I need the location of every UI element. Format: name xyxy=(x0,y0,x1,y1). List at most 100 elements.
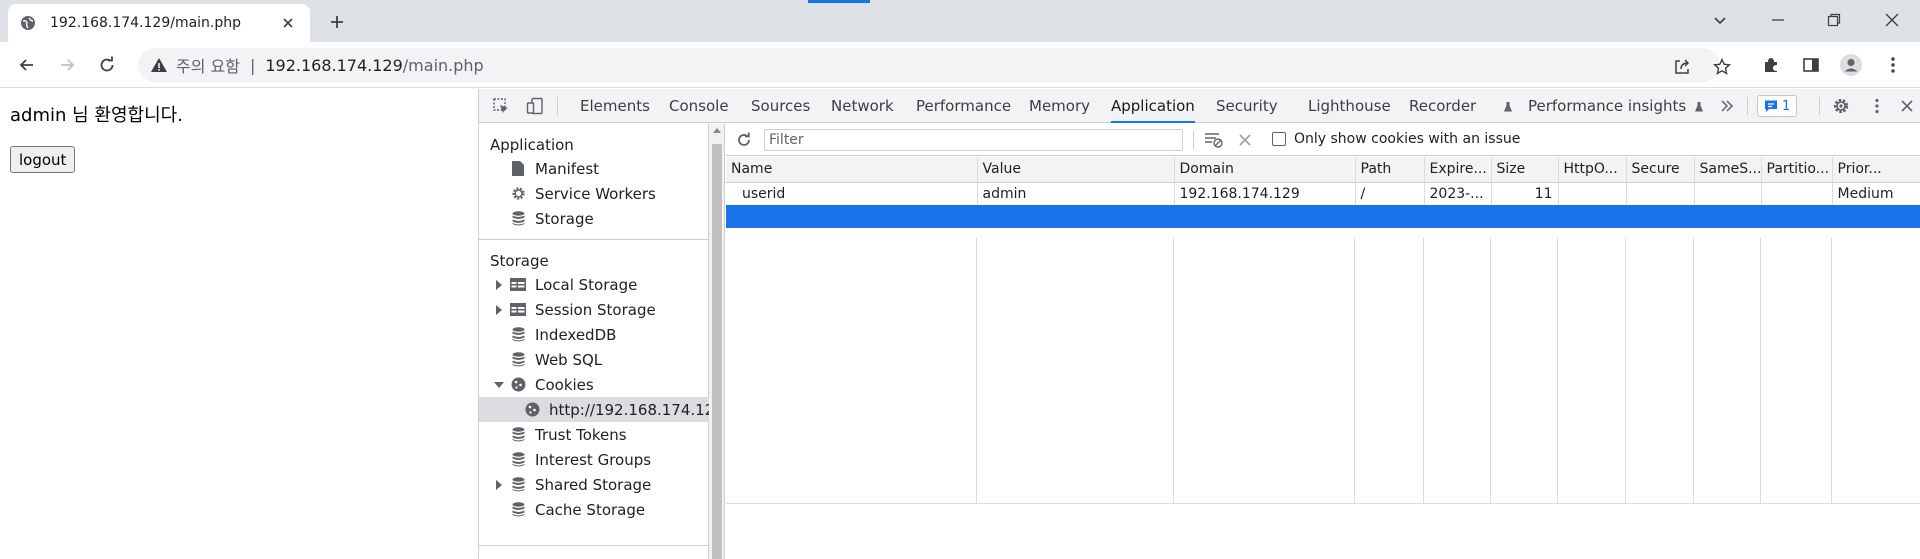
minimize-button[interactable] xyxy=(1766,8,1790,32)
cell-samesite[interactable] xyxy=(1694,182,1762,205)
sidebar-item-interest-groups[interactable]: Interest Groups xyxy=(479,447,709,472)
table-row-new-selected[interactable] xyxy=(726,205,1920,228)
profile-avatar-icon[interactable] xyxy=(1838,52,1864,78)
delete-selected-icon[interactable] xyxy=(1233,129,1257,151)
column-header-domain[interactable]: Domain xyxy=(1174,157,1356,183)
cell-domain[interactable]: 192.168.174.129 xyxy=(1174,182,1356,205)
tab-sources[interactable]: Sources xyxy=(751,89,810,123)
tab-performance[interactable]: Performance xyxy=(916,89,1011,123)
back-button[interactable] xyxy=(14,52,40,78)
column-header-samesite[interactable]: SameS... xyxy=(1694,157,1762,183)
sidebar-scrollbar[interactable] xyxy=(709,124,725,559)
bookmark-star-icon[interactable] xyxy=(1708,53,1736,81)
empty-cell[interactable] xyxy=(1491,205,1559,228)
reload-button[interactable] xyxy=(94,52,120,78)
cell-partition[interactable] xyxy=(1761,182,1833,205)
tab-lighthouse[interactable]: Lighthouse xyxy=(1308,89,1391,123)
cell-path[interactable]: / xyxy=(1355,182,1425,205)
cell-value[interactable]: admin xyxy=(977,182,1175,205)
settings-gear-icon[interactable] xyxy=(1829,94,1853,118)
new-tab-button[interactable] xyxy=(326,11,348,33)
empty-cell[interactable] xyxy=(1558,205,1627,228)
cell-name[interactable]: userid xyxy=(726,182,978,205)
cell-httponly[interactable] xyxy=(1558,182,1627,205)
tab-elements[interactable]: Elements xyxy=(580,89,650,123)
column-header-partition[interactable]: Partitio... xyxy=(1761,157,1833,183)
url-text[interactable]: 192.168.174.129/main.php xyxy=(265,56,483,75)
empty-cell[interactable] xyxy=(977,205,1175,228)
tab-application[interactable]: Application xyxy=(1111,89,1195,123)
sidebar-item-indexeddb[interactable]: IndexedDB xyxy=(479,322,709,347)
sidebar-item-web-sql[interactable]: Web SQL xyxy=(479,347,709,372)
close-window-button[interactable] xyxy=(1880,8,1904,32)
warning-icon[interactable] xyxy=(150,56,168,74)
sidebar-item-cache-storage[interactable]: Cache Storage xyxy=(479,497,709,522)
collapse-arrow-icon[interactable] xyxy=(494,380,504,390)
tab-console[interactable]: Console xyxy=(669,89,729,123)
scrollbar-thumb[interactable] xyxy=(712,144,722,559)
expand-arrow-icon[interactable] xyxy=(494,479,504,490)
sidebar-item-shared-storage[interactable]: Shared Storage xyxy=(479,472,709,497)
sidebar-item-service-workers[interactable]: Service Workers xyxy=(479,181,709,206)
logout-button[interactable]: logout xyxy=(10,146,76,173)
close-devtools-icon[interactable] xyxy=(1895,94,1919,118)
column-header-name[interactable]: Name xyxy=(726,157,978,183)
customize-menu-icon[interactable] xyxy=(1865,94,1889,118)
empty-cell[interactable] xyxy=(1174,205,1356,228)
sidebar-item-cookie-origin[interactable]: http://192.168.174.129 xyxy=(479,397,724,422)
share-icon[interactable] xyxy=(1668,53,1696,81)
column-header-value[interactable]: Value xyxy=(977,157,1175,183)
table-empty-area[interactable] xyxy=(726,238,1920,503)
clear-filtered-cookies-icon[interactable] xyxy=(1202,129,1226,151)
column-header-path[interactable]: Path xyxy=(1355,157,1425,183)
empty-cell[interactable] xyxy=(726,205,978,228)
sidebar-item-cookies[interactable]: Cookies xyxy=(479,372,709,397)
empty-cell[interactable] xyxy=(1355,205,1425,228)
table-row[interactable]: userid admin 192.168.174.129 / 2023-... … xyxy=(726,182,1920,205)
column-header-size[interactable]: Size xyxy=(1491,157,1559,183)
tab-memory[interactable]: Memory xyxy=(1029,89,1090,123)
sidebar-item-trust-tokens[interactable]: Trust Tokens xyxy=(479,422,709,447)
scroll-up-arrow-icon[interactable] xyxy=(713,128,721,133)
column-header-priority[interactable]: Prior... xyxy=(1832,157,1920,183)
more-tabs-icon[interactable] xyxy=(1715,94,1739,118)
inspect-element-icon[interactable] xyxy=(489,94,513,118)
device-toolbar-icon[interactable] xyxy=(523,94,547,118)
sidebar-item-storage[interactable]: Storage xyxy=(479,206,709,231)
sidebar-item-manifest[interactable]: Manifest xyxy=(479,156,709,181)
tab-performance-insights[interactable]: Performance insights xyxy=(1528,89,1686,123)
browser-tab[interactable]: 192.168.174.129/main.php xyxy=(8,4,310,42)
empty-cell[interactable] xyxy=(1694,205,1762,228)
cell-secure[interactable] xyxy=(1626,182,1695,205)
cell-expires[interactable]: 2023-... xyxy=(1424,182,1492,205)
cell-priority[interactable]: Medium xyxy=(1832,182,1920,205)
restore-button[interactable] xyxy=(1822,8,1846,32)
empty-cell[interactable] xyxy=(1424,205,1492,228)
close-tab-icon[interactable] xyxy=(278,13,298,33)
expand-arrow-icon[interactable] xyxy=(494,279,504,290)
address-bar[interactable]: 주의 요함 | 192.168.174.129/main.php xyxy=(138,48,1720,82)
tab-network[interactable]: Network xyxy=(831,89,894,123)
column-header-secure[interactable]: Secure xyxy=(1626,157,1695,183)
tab-security[interactable]: Security xyxy=(1216,89,1278,123)
tab-search-icon[interactable] xyxy=(1708,8,1732,32)
empty-cell[interactable] xyxy=(1761,205,1833,228)
sidebar-item-local-storage[interactable]: Local Storage xyxy=(479,272,709,297)
issues-badge[interactable]: 1 xyxy=(1757,95,1798,117)
expand-arrow-icon[interactable] xyxy=(494,304,504,315)
cell-size[interactable]: 11 xyxy=(1491,182,1559,205)
side-panel-icon[interactable] xyxy=(1798,52,1824,78)
column-header-expires[interactable]: Expire... xyxy=(1424,157,1492,183)
tab-recorder[interactable]: Recorder xyxy=(1409,89,1476,123)
empty-cell[interactable] xyxy=(1626,205,1695,228)
forward-button[interactable] xyxy=(54,52,80,78)
sidebar-item-session-storage[interactable]: Session Storage xyxy=(479,297,709,322)
refresh-icon[interactable] xyxy=(732,129,756,151)
empty-cell[interactable] xyxy=(1832,205,1920,228)
column-header-httponly[interactable]: HttpO... xyxy=(1558,157,1627,183)
extensions-icon[interactable] xyxy=(1758,52,1784,78)
only-issues-checkbox[interactable] xyxy=(1272,132,1286,146)
chrome-menu-icon[interactable] xyxy=(1880,52,1906,78)
cookie-filter-input[interactable] xyxy=(764,129,1183,151)
security-status[interactable]: 주의 요함 xyxy=(176,53,240,77)
